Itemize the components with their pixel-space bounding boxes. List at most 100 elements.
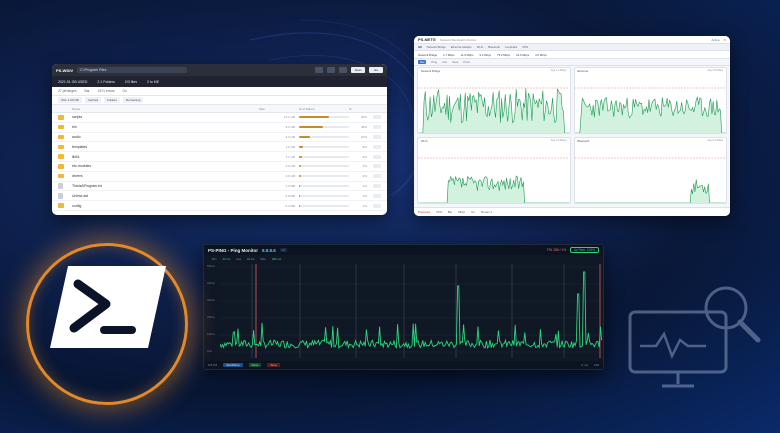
row-action-button[interactable]	[373, 203, 381, 208]
row-action-button[interactable]	[373, 193, 381, 198]
table-row[interactable]: templates 1.6 GB 8%	[52, 142, 387, 153]
table-row[interactable]: scripts 12.1 GB 60%	[52, 113, 387, 123]
scan-button[interactable]: Scan	[351, 67, 365, 73]
row-pct: 1%	[362, 183, 367, 188]
footer-go[interactable]: Go	[471, 210, 475, 214]
bandwidth-area	[418, 176, 570, 203]
save-button[interactable]: Save	[248, 363, 262, 367]
table-row[interactable]: config 0.4 MB 1%	[52, 201, 387, 211]
row-action-button[interactable]	[373, 115, 381, 120]
row-usage-fill	[299, 204, 300, 207]
back-button[interactable]	[315, 67, 323, 73]
col-pct[interactable]: %	[349, 107, 367, 111]
chip-remaining[interactable]: Remaining	[123, 97, 144, 103]
row-usage-bar	[299, 184, 349, 187]
row-action-button[interactable]	[373, 154, 381, 159]
y-tick-label: 200ms	[207, 316, 215, 319]
metric-5: 19.0 Mbps	[516, 52, 530, 57]
folder-icon	[58, 144, 64, 150]
metric-1: 1.7 Mbps	[443, 52, 455, 57]
col-size[interactable]: Size	[259, 107, 299, 111]
bandwidth-chart	[418, 87, 570, 133]
row-usage-bar	[299, 204, 349, 207]
row-pct: 48%	[360, 125, 367, 130]
row-size: 0.6 GB	[285, 174, 295, 179]
row-action-button[interactable]	[373, 183, 381, 188]
table-row[interactable]: audio 4.2 GB 22%	[52, 133, 387, 143]
row-usage-bar	[299, 126, 349, 129]
row-action-button[interactable]	[373, 134, 381, 139]
y-tick-label: 100ms	[207, 333, 215, 336]
stat-files: 2/3 files	[124, 79, 137, 84]
tab-bluetooth[interactable]: Bluetooth	[488, 45, 500, 49]
row-size: 1.1 GB	[285, 154, 295, 159]
tab-ethernet[interactable]: Ethernet Adapter	[451, 45, 472, 49]
footer-vpn[interactable]: VPN	[436, 210, 442, 214]
row-name: scripts	[72, 115, 83, 120]
row-usage-fill	[299, 116, 329, 119]
col-name[interactable]: Name	[72, 107, 259, 111]
stat-folders: 2.1 Folders	[97, 79, 115, 84]
start-stop-button[interactable]: Start/Stop	[223, 363, 243, 367]
subtab-ping[interactable]: Ping	[431, 60, 437, 64]
subtab-sess[interactable]: Sess	[452, 60, 458, 64]
ping-brand: PS-PING - Ping Monitor	[208, 247, 258, 253]
forward-button[interactable]	[327, 67, 335, 73]
row-action-button[interactable]	[373, 174, 381, 179]
close-icon[interactable]: ✕	[723, 38, 726, 42]
row-pct: 8%	[362, 144, 367, 149]
metric-6: 4.6 Mbps	[535, 52, 547, 57]
footer-protected[interactable]: Protected	[418, 210, 430, 214]
table-row[interactable]: etc-modules 0.9 GB 4%	[52, 162, 387, 172]
info-go-label[interactable]: Go	[123, 89, 127, 93]
privileges-label: 27 privileges	[58, 89, 77, 93]
table-row[interactable]: drivers 0.6 GB 3%	[52, 172, 387, 182]
row-size: 12.1 GB	[283, 115, 295, 120]
network-monitor-window: PS-NETG Network Bandwidth Monitor Active…	[414, 36, 730, 216]
metric-4: 79.0 Mbps	[497, 52, 511, 57]
row-name: audio	[72, 134, 81, 139]
bandwidth-chart	[574, 157, 726, 203]
subtab-ports[interactable]: Ports	[463, 60, 470, 64]
col-pct-parent[interactable]: % of Parent	[299, 107, 349, 111]
panel-stat: Avg 0.4 Mbps	[550, 139, 567, 142]
ping-chart	[220, 264, 602, 358]
row-action-button[interactable]	[373, 164, 381, 169]
row-name: config	[72, 203, 82, 208]
folder-icon	[58, 124, 64, 130]
path-input[interactable]: C:\Program Files	[77, 67, 188, 73]
go-button[interactable]: Go	[369, 67, 383, 73]
row-usage-fill	[299, 126, 323, 129]
row-action-button[interactable]	[373, 125, 381, 130]
folder-icon	[58, 115, 64, 120]
chart-panel-bluetooth: Bluetooth Avg 0.1 Mbps	[573, 137, 727, 204]
metric-0: Network Bridge	[418, 52, 438, 57]
subtab-net[interactable]: Net	[418, 60, 427, 64]
refresh-button[interactable]	[339, 67, 347, 73]
ping-version: v2	[279, 248, 287, 252]
table-row[interactable]: ThisIsAProgram.txt 1.2 MB 1%	[52, 182, 387, 192]
table-row[interactable]: bin 9.9 GB 48%	[52, 123, 387, 133]
stat-extra: 2 to ME	[146, 79, 160, 84]
tab-loopback[interactable]: Loopback	[505, 45, 517, 49]
chip-size[interactable]: Size 1.00 GB	[58, 97, 82, 103]
network-charts-grid: Network Bridge Avg 1.2 Mbps Ethernet Avg…	[417, 67, 727, 204]
table-row[interactable]: UnInst.dat 0.8 MB 1%	[52, 191, 387, 202]
file-table-body: scripts 12.1 GB 60% bin 9.9 GB 48% audio 4.2 GB…	[52, 113, 387, 211]
chip-cached[interactable]: Cached	[84, 97, 102, 103]
chart-panel-bridge: Network Bridge Avg 1.2 Mbps	[417, 67, 571, 134]
row-pct: 60%	[360, 115, 367, 120]
tab-wifi[interactable]: Wi-Fi	[477, 45, 484, 49]
chip-folders[interactable]: Folders	[104, 97, 121, 103]
row-pct: 3%	[362, 174, 367, 179]
network-tabs: All Network Bridge Ethernet Adapter Wi-F…	[414, 44, 730, 51]
tab-vpn[interactable]: VPN	[522, 45, 528, 49]
row-action-button[interactable]	[373, 144, 381, 149]
stop-button[interactable]: Stop	[267, 363, 280, 367]
ping-footer: 8.8.8.8 Start/Stop Save Stop 0 ms 100	[204, 361, 603, 369]
tab-all[interactable]: All	[418, 45, 422, 49]
table-row[interactable]: lib64 1.1 GB 5%	[52, 152, 387, 162]
row-pct: 1%	[362, 203, 367, 208]
tab-network-bridge[interactable]: Network Bridge	[427, 45, 446, 49]
subtab-con[interactable]: Con	[442, 60, 447, 64]
